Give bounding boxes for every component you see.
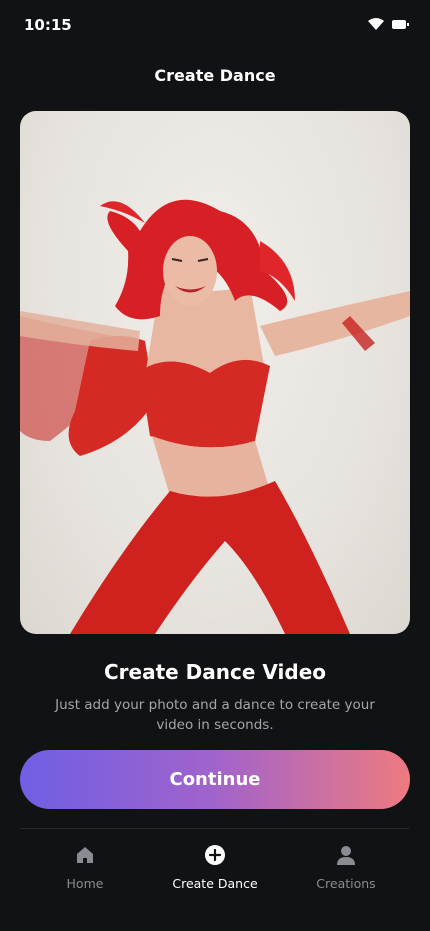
nav-label-create-dance: Create Dance <box>172 876 258 891</box>
wifi-icon <box>368 18 384 30</box>
screen: 10:15 Create Dance Create Dance Video Ju… <box>0 0 430 931</box>
divider <box>20 828 410 829</box>
person-icon <box>337 846 355 865</box>
main-title: Create Dance Video <box>103 660 326 684</box>
bottom-nav: Home Create Dance Creations <box>0 840 430 900</box>
nav-label-creations: Creations <box>316 876 376 891</box>
status-bar: 10:15 <box>0 0 430 52</box>
dancer-illustration <box>20 199 410 634</box>
battery-icon <box>392 19 409 29</box>
dancer-photo <box>20 111 410 634</box>
page-title: Create Dance <box>154 66 276 85</box>
main-subtitle: Just add your photo and a dance to creat… <box>55 697 375 733</box>
plus-circle-icon <box>205 845 225 865</box>
nav-item-creations[interactable]: Creations <box>281 840 411 891</box>
home-icon <box>77 847 93 863</box>
continue-button[interactable]: Continue <box>20 750 410 809</box>
status-time: 10:15 <box>24 16 72 34</box>
nav-item-create-dance[interactable]: Create Dance <box>150 840 280 891</box>
nav-item-home[interactable]: Home <box>20 840 150 891</box>
status-icons <box>368 18 409 30</box>
nav-label-home: Home <box>66 876 104 891</box>
